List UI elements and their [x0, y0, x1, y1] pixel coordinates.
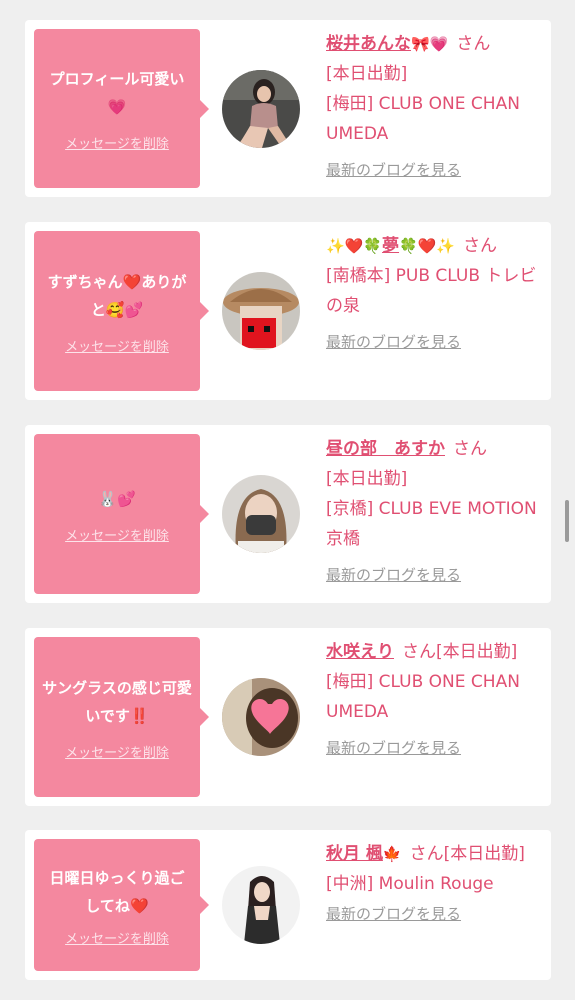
delete-message-link[interactable]: メッセージを削除 — [65, 336, 169, 355]
work-status: [本日出勤] — [443, 844, 525, 864]
message-card: プロフィール可愛い💗 メッセージを削除 桜井あんな🎀💗 さん [本日出勤] [梅田… — [25, 20, 551, 197]
honorific: さん — [453, 439, 487, 459]
message-card: サングラスの感じ可愛いです‼️ メッセージを削除 水咲えり さん[本日出勤] [梅… — [25, 628, 551, 806]
message-text: 日曜日ゆっくり過ごしてね❤️ — [34, 864, 200, 920]
latest-blog-link[interactable]: 最新のブログを見る — [326, 564, 544, 586]
maple-leaf-icon: 🍁 — [382, 845, 402, 863]
rabbit-hearts-icon: 🐰💕 — [98, 489, 136, 508]
ribbon-heart-icon: 🎀💗 — [411, 35, 449, 53]
avatar[interactable] — [222, 475, 300, 553]
cast-name-link[interactable]: 昼の部 あすか — [326, 439, 445, 459]
message-bubble: サングラスの感じ可愛いです‼️ メッセージを削除 — [34, 637, 209, 797]
message-card: 日曜日ゆっくり過ごしてね❤️ メッセージを削除 秋月 楓🍁 さん[本日出勤] [中… — [25, 830, 551, 980]
message-text: サングラスの感じ可愛いです‼️ — [34, 674, 200, 730]
pink-heart-icon: 💗 — [107, 98, 127, 116]
message-text: すずちゃん❤️ありがと🥰💕 — [34, 268, 200, 324]
cast-name-link[interactable]: 水咲えり — [326, 642, 394, 662]
honorific: さん — [456, 34, 491, 54]
latest-blog-link[interactable]: 最新のブログを見る — [326, 159, 544, 181]
cast-info: 昼の部 あすか さん [本日出勤] [京橋] CLUB EVE MOTION 京橋… — [326, 434, 544, 586]
cast-info: 水咲えり さん[本日出勤] [梅田] CLUB ONE CHAN UMEDA 最新… — [326, 637, 544, 759]
work-status: [本日出勤] — [326, 469, 408, 489]
delete-message-link[interactable]: メッセージを削除 — [65, 928, 169, 947]
latest-blog-link[interactable]: 最新のブログを見る — [326, 737, 544, 759]
shop-name: [中洲] Moulin Rouge — [326, 874, 494, 894]
shop-name: [京橋] CLUB EVE MOTION 京橋 — [326, 499, 537, 549]
cast-name-link[interactable]: 秋月 楓🍁 — [326, 844, 402, 864]
message-bubble: プロフィール可愛い💗 メッセージを削除 — [34, 29, 209, 188]
cast-name-link[interactable]: 桜井あんな🎀💗 — [326, 34, 448, 54]
latest-blog-link[interactable]: 最新のブログを見る — [326, 903, 544, 925]
delete-message-link[interactable]: メッセージを削除 — [65, 133, 169, 152]
shop-name: [梅田] CLUB ONE CHAN UMEDA — [326, 672, 520, 722]
delete-message-link[interactable]: メッセージを削除 — [65, 525, 169, 544]
honorific: さん — [463, 236, 498, 256]
message-bubble: 🐰💕 メッセージを削除 — [34, 434, 209, 594]
message-bubble: すずちゃん❤️ありがと🥰💕 メッセージを削除 — [34, 231, 209, 391]
work-status: [本日出勤] — [436, 642, 518, 662]
delete-message-link[interactable]: メッセージを削除 — [65, 742, 169, 761]
cast-info: ✨❤️🍀夢🍀❤️✨ さん [南橋本] PUB CLUB トレビの泉 最新のブログを… — [326, 231, 544, 353]
red-heart-icon: ❤️ — [129, 896, 149, 915]
clover-heart-sparkle-icon: 🍀❤️✨ — [399, 237, 456, 255]
honorific: さん — [409, 844, 444, 864]
scrollbar[interactable] — [565, 500, 569, 542]
message-card: 🐰💕 メッセージを削除 昼の部 あすか さん [本日出勤] [京橋] CLUB E… — [25, 425, 551, 603]
cast-info: 秋月 楓🍁 さん[本日出勤] [中洲] Moulin Rouge 最新のブログを見… — [326, 839, 544, 925]
message-bubble: 日曜日ゆっくり過ごしてね❤️ メッセージを削除 — [34, 839, 209, 971]
cast-info: 桜井あんな🎀💗 さん [本日出勤] [梅田] CLUB ONE CHAN UMED… — [326, 29, 544, 181]
message-text: プロフィール可愛い💗 — [34, 65, 200, 121]
message-card: すずちゃん❤️ありがと🥰💕 メッセージを削除 ✨❤️🍀夢🍀❤️✨ さん [南橋本]… — [25, 222, 551, 400]
avatar[interactable] — [222, 866, 300, 944]
shop-name: [梅田] CLUB ONE CHAN UMEDA — [326, 94, 520, 144]
honorific: さん — [402, 642, 436, 662]
avatar[interactable] — [222, 70, 300, 148]
shop-name: [南橋本] PUB CLUB トレビの泉 — [326, 266, 537, 316]
smiling-hearts-icon: 🥰💕 — [105, 300, 144, 319]
double-exclamation-icon: ‼️ — [129, 706, 149, 725]
avatar[interactable] — [222, 272, 300, 350]
sparkle-heart-clover-icon: ✨❤️🍀 — [326, 237, 383, 255]
work-status: [本日出勤] — [326, 64, 408, 84]
message-text: 🐰💕 — [90, 485, 143, 513]
cast-name-link[interactable]: ✨❤️🍀夢🍀❤️✨ — [326, 236, 455, 256]
red-heart-icon: ❤️ — [122, 272, 142, 291]
latest-blog-link[interactable]: 最新のブログを見る — [326, 331, 544, 353]
avatar[interactable] — [222, 678, 300, 756]
